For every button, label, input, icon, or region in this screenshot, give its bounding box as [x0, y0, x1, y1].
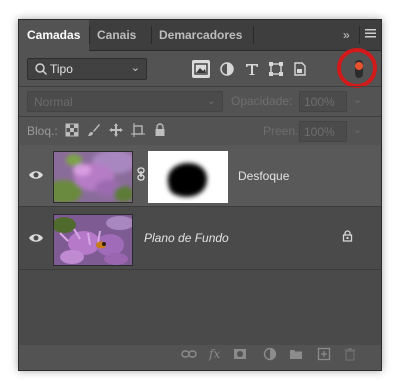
panel-menu-icon[interactable] [365, 26, 376, 43]
layer-mask-thumbnail[interactable] [148, 151, 228, 203]
visibility-eye-icon[interactable] [28, 232, 44, 244]
layers-panel: Camadas Canais Demarcadores » Tipo ⌄ Nor… [18, 19, 382, 371]
layer-name[interactable]: Plano de Fundo [144, 231, 229, 245]
tab-demarcadores[interactable]: Demarcadores [151, 20, 253, 50]
visibility-eye-icon[interactable] [28, 169, 44, 181]
layer-row-plano-de-fundo[interactable]: Plano de Fundo [19, 208, 381, 270]
layer-thumbnail-blurred-flower [53, 151, 133, 203]
new-group-icon[interactable] [289, 347, 303, 361]
panel-tab-bar: Camadas Canais Demarcadores » [19, 20, 381, 51]
add-mask-icon[interactable] [233, 347, 247, 361]
delete-layer-icon[interactable] [343, 347, 357, 361]
layer-thumbnail-flower-bee [53, 214, 133, 266]
layer-name[interactable]: Desfoque [238, 169, 289, 183]
mask-link-icon[interactable] [137, 167, 145, 181]
type-layer-filter-icon[interactable] [243, 60, 261, 78]
chevron-down-icon: ⌄ [130, 62, 140, 74]
search-icon [35, 63, 48, 76]
fill-label: Preen.: [263, 124, 302, 138]
layer-style-fx-icon[interactable]: fx [209, 347, 223, 361]
new-adjustment-icon[interactable] [263, 347, 277, 361]
filter-kind-label: Tipo [50, 62, 73, 76]
layer-row-desfoque[interactable]: Desfoque [19, 145, 381, 207]
blend-mode-value: Normal [34, 95, 73, 109]
fill-field[interactable]: 100% [299, 121, 347, 142]
lock-label: Bloq.: [27, 124, 58, 138]
tab-camadas[interactable]: Camadas [19, 20, 89, 51]
opacity-value: 100% [304, 95, 335, 109]
blend-mode-select[interactable]: Normal ⌄ [27, 91, 223, 112]
smart-object-filter-icon[interactable] [291, 60, 309, 78]
expand-arrows-icon[interactable]: » [343, 28, 350, 42]
adjustment-layer-filter-icon[interactable] [218, 60, 236, 78]
layers-list: Desfoque Plano de Fundo [19, 145, 381, 345]
opacity-chevron-icon[interactable]: ⌄ [353, 93, 362, 106]
opacity-field[interactable]: 100% [299, 91, 347, 112]
lock-artboard-icon[interactable] [131, 123, 145, 137]
filter-kind-select[interactable]: Tipo ⌄ [27, 58, 147, 80]
lock-transparent-pixels-icon[interactable] [65, 123, 79, 137]
layer-locked-icon[interactable] [342, 230, 353, 242]
lock-image-pixels-icon[interactable] [87, 123, 101, 137]
shape-layer-filter-icon[interactable] [267, 60, 285, 78]
link-layers-icon[interactable] [181, 347, 197, 361]
new-layer-icon[interactable] [317, 347, 331, 361]
chevron-down-icon: ⌄ [206, 95, 216, 107]
pixel-layer-filter-icon[interactable] [192, 60, 210, 78]
lock-all-icon[interactable] [153, 123, 167, 137]
tab-canais[interactable]: Canais [89, 20, 151, 50]
lock-position-icon[interactable] [109, 123, 123, 137]
layers-bottom-toolbar: fx [19, 341, 381, 370]
fill-value: 100% [304, 125, 335, 139]
fill-chevron-icon[interactable]: ⌄ [353, 123, 362, 136]
filter-toggle-switch[interactable] [349, 58, 369, 80]
opacity-label: Opacidade: [231, 94, 293, 108]
